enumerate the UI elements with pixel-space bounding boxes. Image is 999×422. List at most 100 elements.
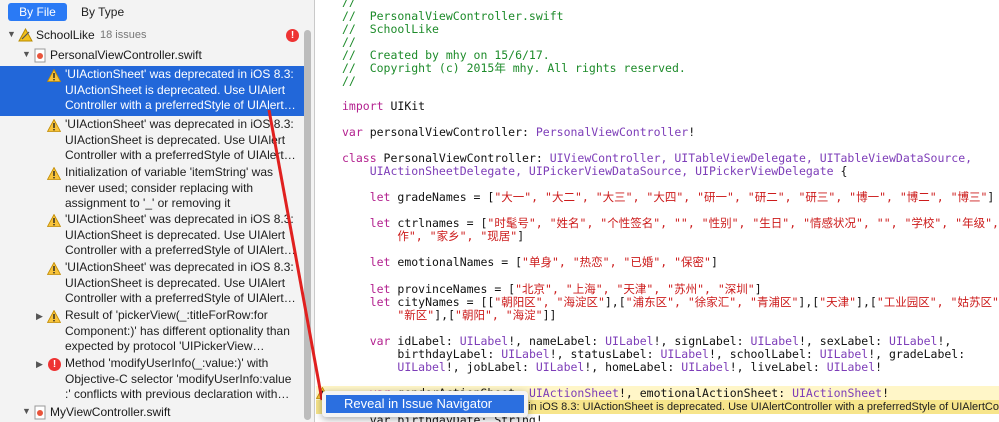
- code-keyword: let: [342, 255, 391, 269]
- issue-line: expected by protocol 'UIPickerView…: [65, 339, 265, 353]
- warning-icon: [47, 310, 61, 323]
- code-text: {: [833, 164, 848, 178]
- issue-line: UIActionSheet is deprecated. Use UIAlert: [65, 132, 286, 147]
- code-text: !, liveLabel:: [729, 360, 827, 374]
- issue-line: UIActionSheet is deprecated. Use UIAlert: [65, 275, 286, 290]
- code-comment: //: [342, 74, 356, 88]
- code-text: ],[: [434, 308, 456, 322]
- issue-row[interactable]: Initialization of variable 'itemString' …: [0, 165, 304, 213]
- code-type: UILabel: [397, 360, 446, 374]
- code-text: !: [875, 360, 883, 374]
- code-keyword: let: [342, 216, 391, 230]
- issue-row[interactable]: ▶ ! Method 'modifyUserInfo(_:value:)' wi…: [0, 356, 304, 404]
- issue-line: 'UIActionSheet' was deprecated in iOS 8.…: [65, 260, 294, 274]
- code-keyword: class: [342, 151, 377, 165]
- warning-icon: [47, 69, 61, 82]
- by-type-tab[interactable]: By Type: [71, 3, 134, 21]
- code-text: ]: [987, 190, 995, 204]
- code-type: UIActionSheet: [528, 386, 619, 400]
- disclosure-triangle-open-icon[interactable]: ▼: [22, 49, 31, 59]
- code-text: UIKit: [383, 99, 426, 113]
- issue-message: 'UIActionSheet' was deprecated in iOS 8.…: [65, 260, 299, 307]
- issue-message: 'UIActionSheet' was deprecated in iOS 8.…: [65, 117, 299, 164]
- swift-file-icon: [34, 405, 46, 420]
- by-file-tab[interactable]: By File: [8, 3, 67, 21]
- code-text: ]: [754, 282, 762, 296]
- error-icon: !: [48, 358, 61, 371]
- code-type: UILabel: [459, 334, 509, 348]
- disclosure-triangle-closed-icon[interactable]: ▶: [36, 311, 43, 322]
- code-text: ],[: [856, 295, 877, 309]
- code-type: UILabel: [819, 347, 869, 361]
- code-text: !, jobLabel:: [445, 360, 536, 374]
- code-type: UILabel: [535, 360, 585, 374]
- code-text: provinceNames = [: [390, 282, 516, 296]
- code-text: !: [882, 386, 890, 400]
- file-row[interactable]: ▼ PersonalViewController.swift: [0, 47, 304, 64]
- code-text: !, gradeLabel:: [868, 347, 966, 361]
- code-keyword: var: [342, 125, 363, 139]
- issue-row[interactable]: 'UIActionSheet' was deprecated in iOS 8.…: [0, 117, 304, 165]
- issue-line: UIActionSheet is deprecated. Use UIAlert: [65, 227, 286, 242]
- issue-message: 'UIActionSheet' was deprecated in iOS 8.…: [65, 67, 299, 114]
- code-line-labels-cont: UILabel!, jobLabel: UILabel!, homeLabel:…: [342, 361, 882, 374]
- reveal-in-issue-navigator-menu-item[interactable]: Reveal in Issue Navigator: [326, 395, 524, 413]
- code-text: !, nameLabel:: [508, 334, 606, 348]
- issue-line: Controller with a preferredStyle of UIAl…: [65, 243, 296, 257]
- project-row[interactable]: ▼ SchoolLike 18 issues !: [0, 27, 304, 44]
- code-type: UIActionSheetDelegate, UIPickerViewDataS…: [342, 164, 834, 178]
- warning-icon: [47, 119, 61, 132]
- code-type: UILabel: [750, 334, 799, 348]
- code-text: !, signLabel:: [653, 334, 751, 348]
- issue-message: 'UIActionSheet' was deprecated in iOS 8.…: [65, 212, 299, 259]
- issue-line: never used; consider replacing with: [65, 180, 254, 195]
- issue-navigator: By File By Type ▼ SchoolLike 18 issues !…: [0, 0, 315, 422]
- navigator-scrollbar[interactable]: [304, 30, 311, 420]
- code-text: !,: [937, 334, 952, 348]
- issue-line: Controller with a preferredStyle of UIAl…: [65, 148, 296, 162]
- issue-line: 'UIActionSheet' was deprecated in iOS 8.…: [65, 212, 294, 226]
- code-string: "时髦号", "姓名", "个性签名", "", "性别", "生日", "情感…: [487, 216, 999, 230]
- code-text: ],[: [604, 295, 626, 309]
- issue-count: 18 issues: [100, 29, 147, 41]
- code-keyword: var: [342, 334, 391, 348]
- issue-row-selected[interactable]: 'UIActionSheet' was deprecated in iOS 8.…: [0, 66, 304, 116]
- warning-icon: [47, 214, 61, 227]
- code-text: personalViewController:: [362, 125, 536, 139]
- issue-row[interactable]: 'UIActionSheet' was deprecated in iOS 8.…: [0, 260, 304, 308]
- code-comment: // SchoolLike: [342, 22, 439, 36]
- code-type: UILabel: [681, 360, 730, 374]
- code-line-import: import UIKit: [342, 100, 425, 113]
- issue-row[interactable]: ▶ Result of 'pickerView(_:titleForRow:fo…: [0, 308, 304, 356]
- code-line-grade: let gradeNames = ["大一", "大二", "大三", "大四"…: [342, 190, 995, 204]
- code-text: ]: [710, 255, 718, 269]
- code-text: birthdayLabel:: [342, 347, 502, 361]
- code-type: UIViewController, UITableViewDelegate, U…: [549, 151, 973, 165]
- code-string: "北京", "上海", "天津", "苏州", "深圳": [515, 282, 755, 296]
- code-keyword: let: [342, 295, 391, 309]
- code-keyword: import: [342, 99, 384, 113]
- code-text: emotionalNames = [: [390, 255, 523, 269]
- context-menu: Reveal in Issue Navigator: [322, 391, 528, 417]
- file-row[interactable]: ▼ MyViewController.swift: [0, 404, 304, 421]
- issue-line: Initialization of variable 'itemString' …: [65, 165, 274, 179]
- code-line-ctrl-cont: 作", "家乡", "现居"]: [342, 230, 524, 243]
- xcode-project-icon: [18, 28, 33, 42]
- code-text: ]]: [542, 308, 557, 322]
- code-keyword: let: [342, 282, 391, 296]
- code-line-city-cont: "新区"],["朝阳", "海淀"]]: [342, 309, 556, 322]
- issue-row[interactable]: 'UIActionSheet' was deprecated in iOS 8.…: [0, 212, 304, 260]
- disclosure-triangle-open-icon[interactable]: ▼: [22, 406, 31, 416]
- code-comment: //: [342, 0, 356, 9]
- issue-line: Controller with a preferredStyle of UIAl…: [65, 98, 296, 112]
- issue-message: Method 'modifyUserInfo(_:value:)' with O…: [65, 356, 299, 403]
- disclosure-triangle-closed-icon[interactable]: ▶: [36, 359, 43, 370]
- issue-line: assignment to '_' or removing it: [65, 196, 231, 210]
- disclosure-triangle-open-icon[interactable]: ▼: [7, 29, 16, 39]
- code-line-class-cont: UIActionSheetDelegate, UIPickerViewDataS…: [342, 164, 848, 178]
- issue-line: Method 'modifyUserInfo(_:value:)' with: [65, 356, 269, 370]
- code-editor[interactable]: d in iOS 8.3: UIActionSheet is deprecate…: [316, 0, 999, 422]
- warning-icon: [47, 262, 61, 275]
- issue-message: Result of 'pickerView(_:titleForRow:for …: [65, 308, 299, 355]
